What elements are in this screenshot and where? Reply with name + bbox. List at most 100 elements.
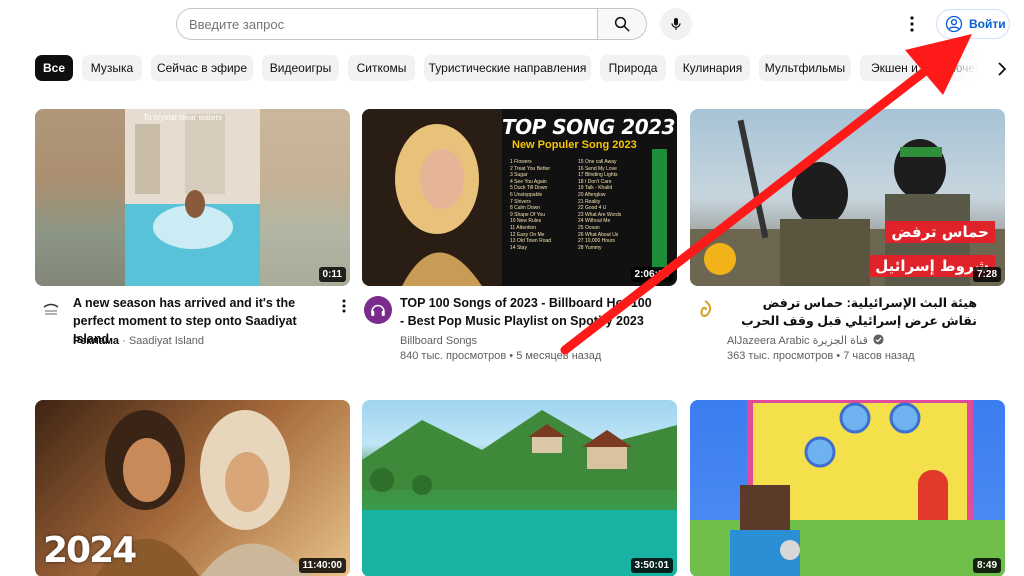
channel-avatar[interactable] xyxy=(691,296,719,324)
chip-nature[interactable]: Природа xyxy=(600,55,666,81)
thumbnail-song-item: 22 Good 4 U xyxy=(578,205,607,212)
thumbnail-song-item: 21 Reality xyxy=(578,198,601,205)
voice-search-button[interactable] xyxy=(660,8,692,40)
video-thumbnail[interactable]: 8:49 xyxy=(690,400,1005,576)
search-icon xyxy=(614,16,630,32)
video-thumbnail[interactable]: TOP SONG 2023 New Populer Song 2023 1 Fl… xyxy=(362,109,677,286)
thumbnail-song-item: 7 Shivers xyxy=(510,198,531,205)
more-vertical-icon xyxy=(342,299,346,313)
video-thumbnail[interactable]: To crystal clear waters 0:11 xyxy=(35,109,350,286)
thumbnail-song-item: 24 Without Me xyxy=(578,218,611,225)
saadiyat-logo-icon xyxy=(43,303,59,315)
sign-in-button[interactable]: Войти xyxy=(936,9,1010,39)
ad-badge: Реклама xyxy=(73,335,120,347)
thumbnail-song-item: 5 Duck Till Down xyxy=(510,185,548,192)
chips-fade xyxy=(930,55,990,83)
thumbnail-song-item: 12 Easy On Me xyxy=(510,231,545,238)
search-box xyxy=(176,8,598,40)
video-duration: 3:50:01 xyxy=(630,558,673,573)
video-duration: 7:28 xyxy=(972,267,1001,282)
view-count: 363 тыс. просмотров xyxy=(727,350,834,362)
category-chips-bar: Все Музыка Сейчас в эфире Видеоигры Ситк… xyxy=(0,55,1024,83)
thumbnail-song-item: 27 10,000 Hours xyxy=(578,238,615,245)
video-title[interactable]: TOP 100 Songs of 2023 - Billboard Hot 10… xyxy=(400,294,658,330)
channel-name[interactable]: Saadiyat Island xyxy=(129,335,204,347)
thumbnail-song-item: 10 New Rules xyxy=(510,218,542,225)
thumbnail-song-item: 19 Talk - Khalid xyxy=(578,185,613,192)
thumbnail-song-item: 28 Yummy xyxy=(578,244,602,251)
thumbnail-image xyxy=(35,109,350,286)
chips-scroll-right-button[interactable] xyxy=(990,57,1014,81)
thumbnail-song-item: 3 Sugar xyxy=(510,172,528,179)
video-title[interactable]: هيئة البث الإسرائيلية: حماس ترفض نقاش عر… xyxy=(727,294,977,330)
thumbnail-song-item: 18 I Don't Care xyxy=(578,178,612,185)
search-input[interactable] xyxy=(177,9,598,39)
thumbnail-image xyxy=(362,400,677,576)
upload-age: 7 часов назад xyxy=(843,350,915,362)
video-stats: 840 тыс. просмотров • 5 месяцев назад xyxy=(400,350,602,362)
roblox-house-scene xyxy=(690,400,1005,576)
thumbnail-subtitle: New Populer Song 2023 xyxy=(512,139,637,151)
chip-video-games[interactable]: Видеоигры xyxy=(262,55,339,81)
video-duration: 2:06:16 xyxy=(630,267,673,282)
thumbnail-headline-1: حماس ترفض xyxy=(885,221,995,243)
thumbnail-song-list: 1 Flowers 2 Treat You Better 3 Sugar 4 See … xyxy=(510,159,640,251)
video-duration: 11:40:00 xyxy=(298,558,346,573)
thumbnail-song-item: 4 See You Again xyxy=(510,178,547,185)
thumbnail-title: TOP SONG 2023 xyxy=(502,115,675,139)
swimmer-scene xyxy=(35,109,350,286)
video-more-button[interactable] xyxy=(336,296,352,316)
microphone-icon xyxy=(671,18,681,30)
settings-menu-button[interactable] xyxy=(898,10,926,38)
thumbnail-song-item: 25 Ocean xyxy=(578,224,600,231)
thumbnail-caption: To crystal clear waters xyxy=(143,113,223,122)
channel-row: AlJazeera Arabic قناة الجزيرة xyxy=(727,333,884,349)
sign-in-label: Войти xyxy=(969,17,1006,31)
thumbnail-song-item: 13 Old Town Road xyxy=(510,238,552,245)
thumbnail-song-item: 14 Stay xyxy=(510,244,527,251)
video-thumbnail[interactable]: 2024 11:40:00 xyxy=(35,400,350,576)
video-meta: Реклама · Saadiyat Island xyxy=(73,335,205,347)
search-button[interactable] xyxy=(597,8,647,40)
verified-check-icon xyxy=(873,334,884,345)
headphones-icon xyxy=(371,304,385,316)
aljazeera-logo-icon xyxy=(700,300,712,317)
thumbnail-song-item: 8 Calm Down xyxy=(510,205,541,212)
thumbnail-song-item: 15 One call Away xyxy=(578,159,617,165)
video-duration: 8:49 xyxy=(972,558,1001,573)
thumbnail-song-item: 1 Flowers xyxy=(510,159,532,165)
chip-travel[interactable]: Туристические направления xyxy=(424,55,591,81)
account-circle-icon xyxy=(945,15,963,33)
header-bar: Войти xyxy=(0,0,1024,48)
channel-avatar[interactable] xyxy=(37,296,65,324)
thumbnail-song-item: 23 What Are Words xyxy=(578,211,622,218)
chip-all[interactable]: Все xyxy=(35,55,73,81)
chip-cartoons[interactable]: Мультфильмы xyxy=(759,55,851,81)
more-vertical-icon xyxy=(910,16,914,32)
alpine-lake-scene xyxy=(362,410,677,576)
thumbnail-song-item: 11 Attention xyxy=(510,224,537,231)
chip-live[interactable]: Сейчас в эфире xyxy=(151,55,253,81)
channel-avatar[interactable] xyxy=(364,296,392,324)
thumbnail-song-item: 20 Afterglow xyxy=(578,191,606,198)
thumbnail-song-item: 17 Blinding Lights xyxy=(578,172,618,179)
upload-age: 5 месяцев назад xyxy=(516,350,602,362)
chip-music[interactable]: Музыка xyxy=(82,55,142,81)
thumbnail-song-item: 26 What About Us xyxy=(578,231,619,238)
video-duration: 0:11 xyxy=(318,267,346,282)
video-thumbnail[interactable]: حماس ترفض شروط إسرائيل 7:28 xyxy=(690,109,1005,286)
video-thumbnail[interactable]: 3:50:01 xyxy=(362,400,677,576)
channel-name[interactable]: AlJazeera Arabic قناة الجزيرة xyxy=(727,335,868,347)
thumbnail-year: 2024 xyxy=(43,530,137,571)
chip-sitcoms[interactable]: Ситкомы xyxy=(348,55,415,81)
channel-name[interactable]: Billboard Songs xyxy=(400,333,477,349)
view-count: 840 тыс. просмотров xyxy=(400,350,507,362)
chip-cooking[interactable]: Кулинария xyxy=(675,55,750,81)
thumbnail-image xyxy=(690,400,1005,576)
thumbnail-song-item: 6 Unstoppable xyxy=(510,191,543,198)
video-stats: 363 тыс. просмотров • 7 часов назад xyxy=(727,350,915,362)
chevron-right-icon xyxy=(998,62,1007,76)
thumbnail-song-item: 9 Shape Of You xyxy=(510,211,546,218)
thumbnail-song-item: 16 Send My Love xyxy=(578,165,617,172)
thumbnail-song-item: 2 Treat You Better xyxy=(510,165,551,172)
